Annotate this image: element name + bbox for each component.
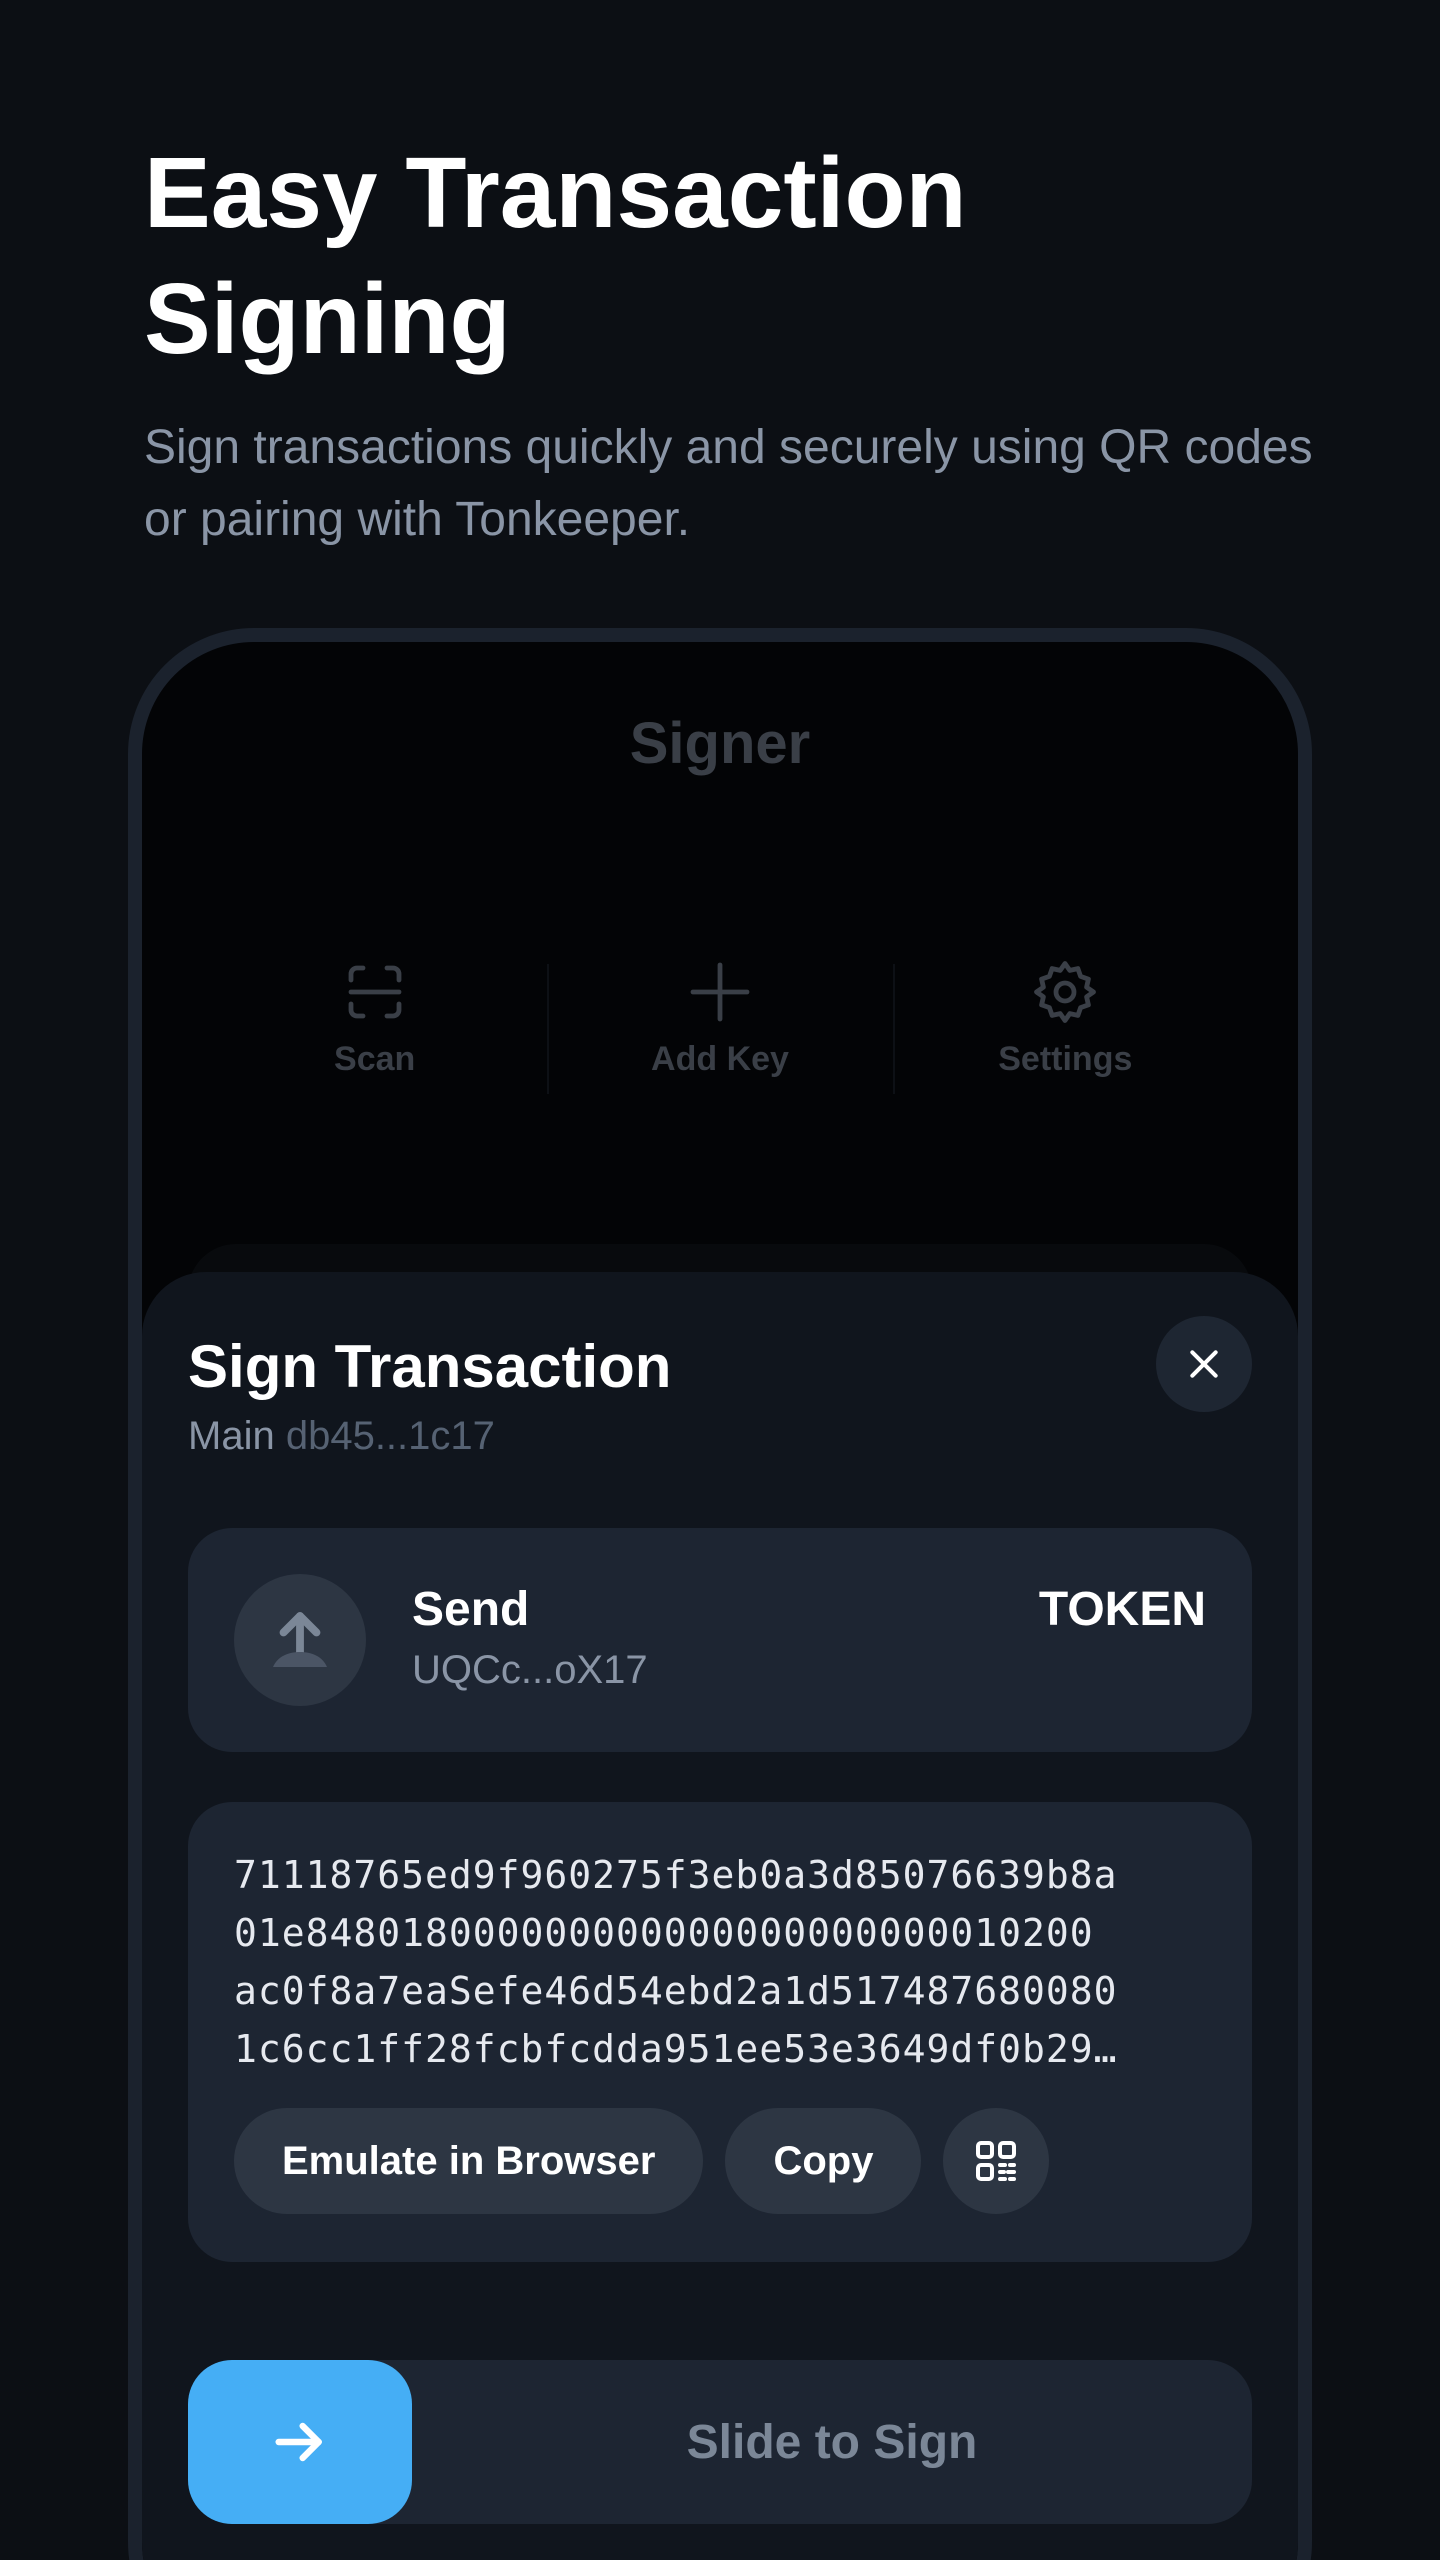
arrow-up-icon bbox=[273, 1612, 327, 1667]
slide-to-sign-label: Slide to Sign bbox=[686, 2415, 978, 2469]
app-title: Signer bbox=[629, 711, 811, 776]
hero-subtitle: Sign transactions quickly and securely u… bbox=[144, 421, 1313, 546]
payload-line: 1c6cc1ff28fcbfcdda951ee53e3649df0b29… bbox=[234, 2027, 1118, 2071]
close-button[interactable] bbox=[1156, 1316, 1252, 1412]
settings-label: Settings bbox=[998, 1040, 1133, 1078]
plus-icon bbox=[690, 962, 750, 1022]
arrow-right-icon bbox=[275, 2422, 322, 2462]
recipient-address: UQCc...oX17 bbox=[412, 1648, 648, 1692]
gear-icon bbox=[1034, 961, 1097, 1023]
sign-transaction-sheet: Sign Transaction Main db45...1c17 Send U… bbox=[142, 1272, 1298, 2560]
payload-card: 71118765ed9f960275f3eb0a3d85076639b8a 01… bbox=[188, 1802, 1252, 2262]
sheet-title: Sign Transaction bbox=[188, 1333, 672, 1400]
add-key-action[interactable]: Add Key bbox=[547, 956, 892, 1116]
transaction-card: Send UQCc...oX17 TOKEN bbox=[188, 1528, 1252, 1752]
close-icon bbox=[1190, 1350, 1218, 1378]
wallet-name: Main bbox=[188, 1414, 275, 1458]
wallet-info: Main db45...1c17 bbox=[188, 1414, 495, 1459]
hero-title: Easy Transaction Signing bbox=[144, 137, 967, 375]
copy-button[interactable]: Copy bbox=[725, 2108, 922, 2214]
payload-hex: 71118765ed9f960275f3eb0a3d85076639b8a 01… bbox=[234, 1846, 1206, 2078]
page: Easy Transaction Signing Sign transactio… bbox=[0, 0, 1440, 2560]
payload-actions: Emulate in Browser Copy bbox=[234, 2108, 1050, 2214]
scan-action[interactable]: Scan bbox=[202, 956, 547, 1116]
transaction-icon bbox=[234, 1574, 366, 1706]
payload-line: 01e848018000000000000000000000010200 bbox=[234, 1911, 1094, 1955]
wallet-address: db45...1c17 bbox=[285, 1414, 495, 1458]
scan-label: Scan bbox=[334, 1040, 416, 1078]
transaction-token: TOKEN bbox=[1038, 1583, 1206, 1636]
scan-icon bbox=[348, 965, 402, 1019]
slider-handle[interactable] bbox=[188, 2360, 412, 2524]
quick-actions: Scan Add Key Settings bbox=[202, 956, 1238, 1116]
slide-to-sign[interactable]: Slide to Sign bbox=[188, 2360, 1252, 2524]
add-key-label: Add Key bbox=[651, 1040, 789, 1078]
transaction-kind: Send bbox=[412, 1583, 530, 1636]
qr-code-icon bbox=[976, 2141, 1017, 2181]
qr-code-button[interactable] bbox=[943, 2108, 1050, 2214]
emulate-in-browser-button[interactable]: Emulate in Browser bbox=[234, 2108, 704, 2214]
payload-line: ac0f8a7eaSefe46d54ebd2a1d517487680080 bbox=[234, 1969, 1118, 2013]
payload-line: 71118765ed9f960275f3eb0a3d85076639b8a bbox=[234, 1853, 1118, 1897]
settings-action[interactable]: Settings bbox=[892, 956, 1238, 1116]
phone-mockup: Signer Scan Add Key Settings Sign Transa… bbox=[128, 628, 1312, 2560]
